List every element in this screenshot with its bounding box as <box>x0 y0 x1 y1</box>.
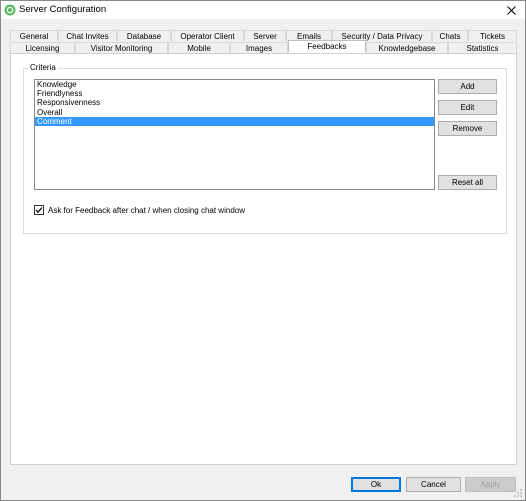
close-icon <box>506 5 516 15</box>
tab-operator-client[interactable]: Operator Client <box>171 30 244 41</box>
title-bar: Server Configuration <box>1 1 525 19</box>
list-item-friendlyness[interactable]: Friendlyness <box>35 89 434 98</box>
tab-images[interactable]: Images <box>230 42 288 53</box>
tab-server[interactable]: Server <box>244 30 286 41</box>
tab-row-bottom: Licensing Visitor Monitoring Mobile Imag… <box>10 40 517 53</box>
app-icon <box>4 4 16 16</box>
tab-general[interactable]: General <box>10 30 58 41</box>
tab-chat-invites[interactable]: Chat Invites <box>58 30 117 41</box>
ok-button[interactable]: Ok <box>351 477 401 492</box>
remove-button[interactable]: Remove <box>438 121 497 136</box>
tab-tickets[interactable]: Tickets <box>468 30 517 41</box>
tab-mobile[interactable]: Mobile <box>168 42 230 53</box>
reset-all-button[interactable]: Reset all <box>438 175 497 190</box>
tab-row-top: General Chat Invites Database Operator C… <box>10 30 517 41</box>
criteria-group: Criteria Knowledge Friendlyness Responsi… <box>23 63 507 234</box>
close-button[interactable] <box>497 1 525 19</box>
edit-button[interactable]: Edit <box>438 100 497 115</box>
cancel-button[interactable]: Cancel <box>406 477 461 492</box>
ask-feedback-label: Ask for Feedback after chat / when closi… <box>48 205 245 215</box>
checkmark-icon <box>35 207 43 214</box>
list-item-comment[interactable]: Comment <box>35 116 434 126</box>
tab-chats[interactable]: Chats <box>432 30 468 41</box>
list-item-overall[interactable]: Overall <box>35 108 434 117</box>
criteria-list[interactable]: Knowledge Friendlyness Responsivenness O… <box>34 79 435 190</box>
list-item-knowledge[interactable]: Knowledge <box>35 80 434 89</box>
window-title: Server Configuration <box>19 4 107 15</box>
tab-visitor-monitoring[interactable]: Visitor Monitoring <box>75 42 168 53</box>
server-configuration-window: Server Configuration General Chat Invite… <box>0 0 526 501</box>
apply-button[interactable]: Apply <box>465 477 516 492</box>
resize-grip-icon[interactable] <box>513 488 523 498</box>
tab-knowledgebase[interactable]: Knowledgebase <box>366 42 448 53</box>
list-item-responsivenness[interactable]: Responsivenness <box>35 98 434 107</box>
tab-feedbacks[interactable]: Feedbacks <box>288 40 366 53</box>
add-button[interactable]: Add <box>438 79 497 94</box>
tab-database[interactable]: Database <box>117 30 171 41</box>
ask-feedback-checkbox[interactable] <box>34 205 44 215</box>
tab-licensing[interactable]: Licensing <box>10 42 75 53</box>
tab-statistics[interactable]: Statistics <box>448 42 517 53</box>
criteria-legend: Criteria <box>28 63 58 72</box>
ask-feedback-option: Ask for Feedback after chat / when closi… <box>34 205 245 215</box>
feedbacks-panel: Criteria Knowledge Friendlyness Responsi… <box>10 53 517 465</box>
